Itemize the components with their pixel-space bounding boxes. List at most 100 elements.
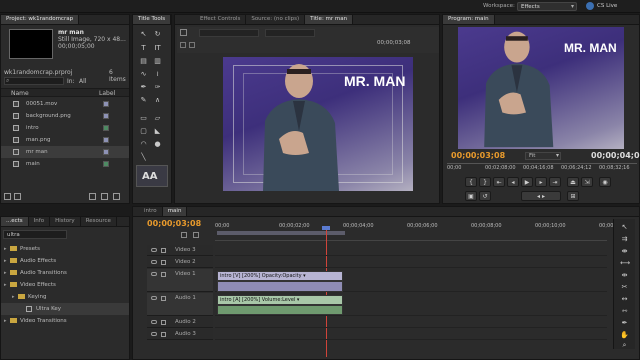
ripple-edit-icon[interactable]: ⇼ [620, 247, 629, 256]
vertical-path-icon[interactable]: ≀ [153, 70, 162, 79]
program-ruler[interactable]: 00;00 00;02;08;00 00;04;16;08 00;06;24;12 00… [447, 163, 637, 171]
rotate-tool-icon[interactable]: ↻ [153, 30, 162, 39]
timeline-ruler[interactable]: 00;00 00;00;02;00 00;00;04;00 00;00;06;00 00… [215, 219, 618, 241]
video-clip[interactable]: intro [V] [200%] Opacity:Opacity ▾ [217, 271, 343, 281]
wedge-icon[interactable]: ◣ [153, 127, 162, 136]
align-center-icon[interactable] [189, 42, 195, 48]
rolling-edit-icon[interactable]: ⟷ [620, 259, 630, 268]
col-name[interactable]: Name [11, 90, 29, 97]
workspace-select[interactable]: Effects ▾ [517, 2, 577, 11]
step-forward-button[interactable]: ▸ [535, 177, 547, 187]
tab-title-panel[interactable]: Effect Controls [195, 15, 247, 24]
export-frame-button[interactable]: ◉ [599, 177, 611, 187]
pen-tool-icon[interactable]: ✒ [139, 83, 148, 92]
vertical-area-icon[interactable]: ▥ [153, 57, 162, 66]
trim-button[interactable]: ⊞ [567, 191, 579, 201]
effects-tree-item[interactable]: ▸ Audio Transitions [1, 267, 129, 279]
search-field[interactable]: ⌕ [4, 77, 64, 85]
razor-icon[interactable]: ✂ [620, 283, 629, 292]
label-color-chip[interactable] [103, 113, 109, 119]
safe-margins-button[interactable]: ▣ [465, 191, 477, 201]
vertical-type-icon[interactable]: IT [153, 44, 162, 53]
line-icon[interactable]: ╲ [139, 153, 148, 162]
project-item[interactable]: mr man [1, 146, 129, 158]
step-back-button[interactable]: ◂ [507, 177, 519, 187]
project-item[interactable]: man.png [1, 134, 129, 146]
track-header[interactable]: Audio 1 [147, 293, 213, 316]
eye-icon[interactable] [151, 320, 157, 324]
new-bin-icon[interactable] [89, 193, 96, 200]
eye-icon[interactable] [151, 272, 157, 276]
slip-icon[interactable]: ↔ [620, 295, 629, 304]
selection-tool-icon[interactable]: ↖ [620, 223, 629, 232]
track-header[interactable]: Audio 2 [147, 317, 213, 328]
new-title-icon[interactable] [180, 29, 187, 36]
tab-title-panel[interactable]: Title: mr man [305, 15, 354, 24]
clipped-rect-icon[interactable]: ▱ [153, 114, 162, 123]
font-style-select[interactable] [265, 29, 315, 37]
tab-effects-panel[interactable]: History [50, 217, 81, 226]
align-left-icon[interactable] [180, 42, 186, 48]
go-to-in-button[interactable]: ⇤ [493, 177, 505, 187]
video-clip-body[interactable] [217, 281, 343, 292]
eye-icon[interactable] [151, 248, 157, 252]
effects-tree-item[interactable]: ▸ Audio Effects [1, 255, 129, 267]
label-color-chip[interactable] [103, 161, 109, 167]
icon-view-icon[interactable] [14, 193, 21, 200]
tab-title-panel[interactable]: Source: (no clips) [246, 15, 306, 24]
lock-icon[interactable] [161, 260, 166, 265]
cs-live-icon[interactable] [586, 2, 594, 10]
track-lane[interactable] [215, 245, 607, 256]
cs-live-label[interactable]: CS Live [597, 3, 617, 9]
hand-icon[interactable]: ✋ [620, 331, 629, 340]
track-header[interactable]: Video 2 [147, 257, 213, 268]
in-select[interactable]: All [79, 78, 86, 85]
play-button[interactable]: ▶ [521, 177, 533, 187]
track-header[interactable]: Video 1 [147, 269, 213, 292]
mark-out-button[interactable]: } [479, 177, 491, 187]
area-type-icon[interactable]: ▤ [139, 57, 148, 66]
list-view-icon[interactable] [4, 193, 11, 200]
label-color-chip[interactable] [103, 125, 109, 131]
loop-button[interactable]: ↺ [479, 191, 491, 201]
tab-program[interactable]: Program: main [443, 15, 495, 24]
selection-tool-icon[interactable]: ↖ [139, 30, 148, 39]
shuttle-button[interactable]: ◂ ▸ [521, 191, 561, 201]
project-item[interactable]: main [1, 158, 129, 170]
track-header[interactable]: Audio 3 [147, 329, 213, 340]
label-color-chip[interactable] [103, 137, 109, 143]
go-to-out-button[interactable]: ⇥ [549, 177, 561, 187]
add-anchor-icon[interactable]: ✎ [139, 96, 148, 105]
rounded-rect-icon[interactable]: ▢ [139, 127, 148, 136]
audio-waveform[interactable] [217, 305, 343, 315]
col-label[interactable]: Label [99, 90, 115, 97]
effects-tree-item[interactable]: ▸ Keying [1, 291, 129, 303]
label-color-chip[interactable] [103, 149, 109, 155]
audio-clip[interactable]: intro [A] [200%] Volume:Level ▾ [217, 295, 343, 305]
rate-stretch-icon[interactable]: ⇹ [620, 271, 629, 280]
lift-button[interactable]: ⏏ [567, 177, 579, 187]
expand-arrow-icon[interactable]: ▸ [4, 315, 7, 327]
tab-effects-panel[interactable]: Info [29, 217, 51, 226]
lock-icon[interactable] [161, 296, 166, 301]
extract-button[interactable]: ⇲ [581, 177, 593, 187]
effects-tree-item[interactable]: Ultra Key [1, 303, 129, 315]
rectangle-icon[interactable]: ▭ [139, 114, 148, 123]
type-tool-icon[interactable]: T [139, 44, 148, 53]
font-family-select[interactable] [199, 29, 259, 37]
effects-search-field[interactable]: ultra [3, 230, 67, 239]
arc-icon[interactable]: ◠ [139, 140, 148, 149]
path-type-icon[interactable]: ∿ [139, 70, 148, 79]
title-graphic-text[interactable]: MR. MAN [344, 73, 405, 89]
track-select-icon[interactable]: ⇉ [620, 235, 629, 244]
expand-arrow-icon[interactable]: ▸ [4, 279, 7, 291]
tab-sequence[interactable]: intro [139, 207, 163, 216]
marker-icon[interactable] [193, 232, 199, 238]
track-lane[interactable] [215, 317, 607, 328]
snap-icon[interactable] [181, 232, 187, 238]
effects-tree-item[interactable]: ▸ Presets [1, 243, 129, 255]
lock-icon[interactable] [161, 332, 166, 337]
title-canvas[interactable]: MR. MAN [223, 57, 413, 191]
eye-icon[interactable] [151, 260, 157, 264]
effects-tree-item[interactable]: ▸ Video Transitions [1, 315, 129, 327]
